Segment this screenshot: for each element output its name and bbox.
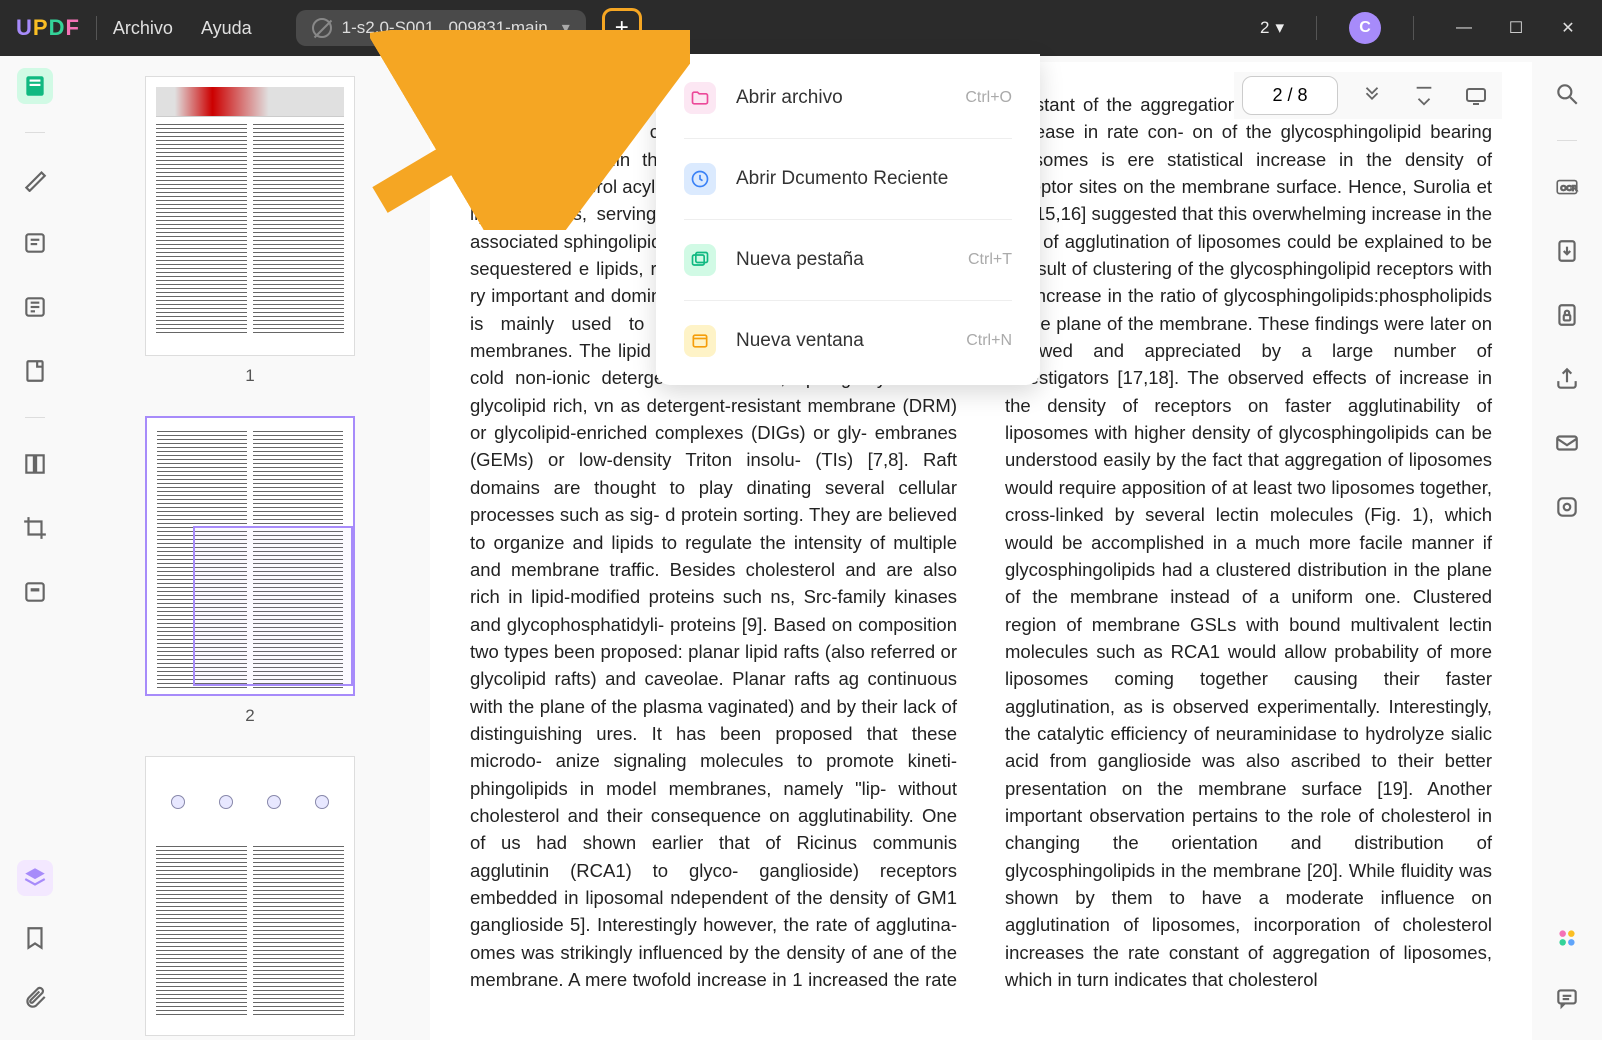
highlighter-tool-icon[interactable] [17, 161, 53, 197]
convert-icon[interactable] [1549, 233, 1585, 269]
redact-tool-icon[interactable] [17, 574, 53, 610]
document-icon [312, 18, 332, 38]
bookmark-icon[interactable] [17, 920, 53, 956]
minimize-button[interactable]: — [1446, 10, 1482, 46]
thumbnail-3[interactable] [90, 756, 410, 1036]
reader-tool-icon[interactable] [17, 68, 53, 104]
dropdown-open-file[interactable]: Abrir archivo Ctrl+O [656, 62, 1040, 134]
thumbnails-panel: 1 2 [70, 56, 430, 1040]
thumbnail-label: 2 [90, 706, 410, 726]
dropdown-new-tab[interactable]: Nueva pestaña Ctrl+T [656, 224, 1040, 296]
layers-icon[interactable] [17, 860, 53, 896]
search-icon[interactable] [1549, 76, 1585, 112]
page-controls: 2 / 8 [1234, 72, 1502, 119]
svg-text:OCR: OCR [1561, 183, 1578, 192]
close-button[interactable]: ✕ [1550, 10, 1586, 46]
separator [1413, 16, 1414, 40]
chat-icon[interactable] [1549, 980, 1585, 1016]
dropdown-label: Abrir archivo [736, 87, 965, 109]
presentation-icon[interactable] [1458, 78, 1494, 114]
window-icon [684, 325, 716, 357]
separator [96, 16, 97, 40]
menu-help[interactable]: Ayuda [201, 18, 252, 39]
separator [684, 219, 1012, 220]
tab-icon [684, 244, 716, 276]
email-icon[interactable] [1549, 425, 1585, 461]
left-toolbar [0, 56, 70, 1040]
new-tab-button[interactable]: + [602, 8, 642, 48]
version-label: 2 [1260, 18, 1269, 38]
dropdown-label: Nueva pestaña [736, 249, 968, 271]
dropdown-label: Abrir Dcumento Reciente [736, 168, 1012, 190]
dropdown-shortcut: Ctrl+O [965, 89, 1012, 107]
dropdown-recent[interactable]: Abrir Dcumento Reciente [656, 143, 1040, 215]
separator [684, 138, 1012, 139]
dropdown-shortcut: Ctrl+T [968, 251, 1012, 269]
share-icon[interactable] [1549, 361, 1585, 397]
maximize-button[interactable]: ☐ [1498, 10, 1534, 46]
titlebar: UPDF Archivo Ayuda 1-s2.0-S001...009831-… [0, 0, 1602, 56]
scroll-mode-icon[interactable] [1354, 78, 1390, 114]
separator [684, 300, 1012, 301]
ocr-icon[interactable]: OCR [1549, 169, 1585, 205]
page-tool-icon[interactable] [17, 353, 53, 389]
document-tab-label: 1-s2.0-S001...009831-main [342, 18, 548, 38]
clock-icon [684, 163, 716, 195]
folder-icon [684, 82, 716, 114]
user-avatar[interactable]: C [1349, 12, 1381, 44]
edit-text-tool-icon[interactable] [17, 289, 53, 325]
separator [1316, 16, 1317, 40]
chevron-down-icon: ▾ [1275, 18, 1284, 38]
crop-tool-icon[interactable] [17, 510, 53, 546]
new-tab-dropdown: Abrir archivo Ctrl+O Abrir Dcumento Reci… [656, 54, 1040, 385]
dropdown-new-window[interactable]: Nueva ventana Ctrl+N [656, 305, 1040, 377]
ai-icon[interactable] [1549, 920, 1585, 956]
document-tab[interactable]: 1-s2.0-S001...009831-main ▾ [296, 10, 586, 46]
version-indicator[interactable]: 2 ▾ [1260, 18, 1284, 38]
menu-file[interactable]: Archivo [113, 18, 173, 39]
thumbnail-label: 1 [90, 366, 410, 386]
thumbnail-1[interactable]: 1 [90, 76, 410, 386]
chevron-down-icon[interactable]: ▾ [562, 18, 570, 38]
thumbnail-2[interactable]: 2 [90, 416, 410, 726]
compress-icon[interactable] [1549, 489, 1585, 525]
dropdown-label: Nueva ventana [736, 330, 966, 352]
protect-icon[interactable] [1549, 297, 1585, 333]
page-number-input[interactable]: 2 / 8 [1242, 76, 1338, 115]
dropdown-shortcut: Ctrl+N [966, 332, 1012, 350]
right-toolbar: OCR [1532, 56, 1602, 1040]
app-logo: UPDF [16, 15, 80, 41]
comment-tool-icon[interactable] [17, 225, 53, 261]
organize-tool-icon[interactable] [17, 446, 53, 482]
attachment-icon[interactable] [17, 980, 53, 1016]
fit-page-icon[interactable] [1406, 78, 1442, 114]
